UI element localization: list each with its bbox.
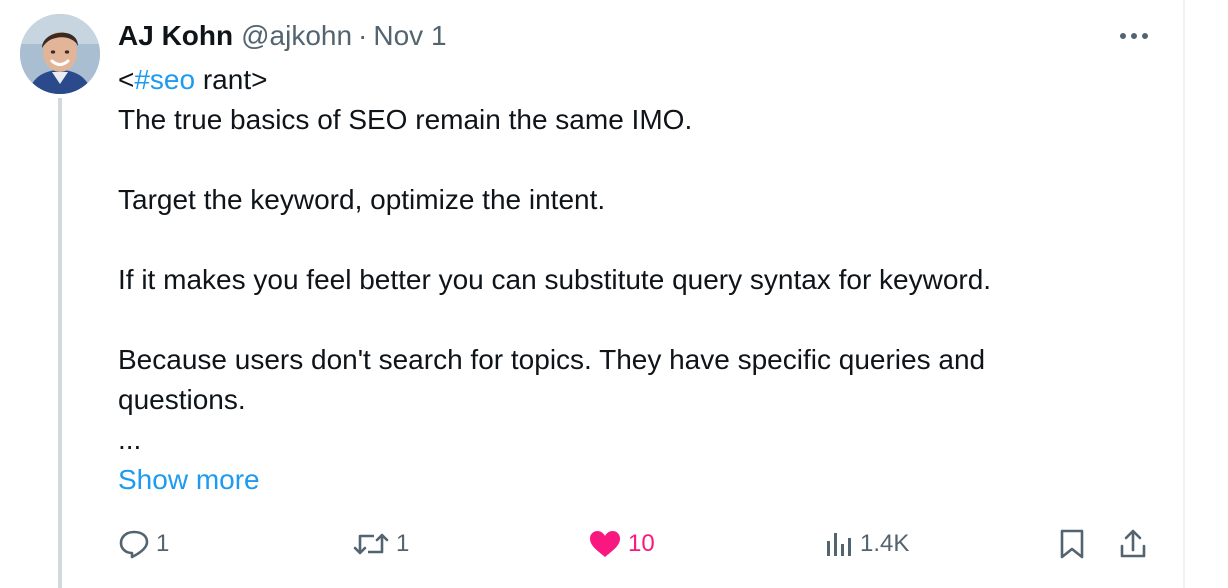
retweet-icon xyxy=(353,533,389,555)
author-name[interactable]: AJ Kohn xyxy=(118,20,233,52)
tweet-date[interactable]: Nov 1 xyxy=(373,20,446,52)
tweet-text: <#seo rant> The true basics of SEO remai… xyxy=(118,60,1158,460)
tweet-line-first: <#seo rant> xyxy=(118,60,1158,100)
tweet-ellipsis: ... xyxy=(118,424,142,455)
tweet-line: If it makes you feel better you can subs… xyxy=(118,264,992,295)
bookmark-button[interactable] xyxy=(1058,522,1086,566)
like-button[interactable]: 10 xyxy=(588,522,655,566)
more-options-button[interactable] xyxy=(1112,20,1156,52)
heart-filled-icon xyxy=(590,531,620,557)
share-icon xyxy=(1120,529,1146,558)
tweet-line: Target the keyword, optimize the intent. xyxy=(118,184,606,215)
tweet-line: Because users don't search for topics. T… xyxy=(118,344,986,375)
tag-rest-text: rant> xyxy=(195,64,268,95)
avatar-image xyxy=(20,14,100,94)
hashtag-link[interactable]: #seo xyxy=(134,64,195,95)
like-count: 10 xyxy=(628,530,655,557)
thread-line xyxy=(58,98,62,588)
action-bar: 1 1 10 1.4K xyxy=(0,522,1228,566)
avatar[interactable] xyxy=(20,14,100,94)
tweet-line: questions. xyxy=(118,384,246,415)
share-button[interactable] xyxy=(1118,522,1148,566)
show-more-link[interactable]: Show more xyxy=(118,458,260,502)
tweet-header: AJ Kohn @ajkohn · Nov 1 xyxy=(118,18,447,54)
tweet[interactable]: AJ Kohn @ajkohn · Nov 1 <#seo rant> The … xyxy=(0,0,1228,588)
bookmark-icon xyxy=(1060,529,1084,559)
views-icon xyxy=(827,533,851,556)
view-count: 1.4K xyxy=(860,530,910,557)
more-horizontal-icon xyxy=(1120,33,1148,39)
tweet-line: The true basics of SEO remain the same I… xyxy=(118,104,693,135)
retweet-button[interactable]: 1 xyxy=(352,522,409,566)
reply-count: 1 xyxy=(156,530,170,557)
reply-icon xyxy=(119,530,149,559)
views-button[interactable]: 1.4K xyxy=(824,522,909,566)
author-handle[interactable]: @ajkohn xyxy=(241,20,352,52)
retweet-count: 1 xyxy=(396,530,410,557)
separator-dot: · xyxy=(358,20,368,51)
tag-open-text: < xyxy=(118,64,135,95)
column-border xyxy=(1183,0,1185,588)
reply-button[interactable]: 1 xyxy=(118,522,169,566)
